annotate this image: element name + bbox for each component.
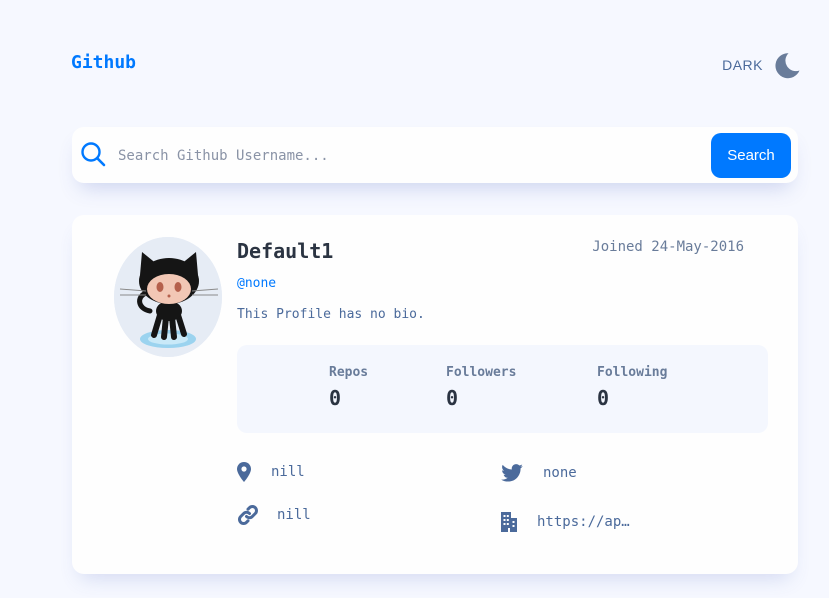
- stats-panel: Repos 0 Followers 0 Following 0: [237, 345, 768, 433]
- moon-icon: [775, 53, 800, 79]
- profile-name: Default1: [237, 239, 334, 263]
- avatar: [114, 237, 222, 357]
- building-icon: [501, 512, 517, 532]
- stat-following: Following 0: [597, 365, 667, 410]
- info-twitter[interactable]: none: [501, 464, 577, 482]
- location-text: nill: [271, 464, 305, 480]
- app-title: Github: [71, 52, 137, 73]
- profile-bio: This Profile has no bio.: [237, 307, 425, 322]
- stat-label: Following: [597, 365, 668, 380]
- join-date: Joined 24-May-2016: [592, 239, 744, 255]
- company-text: https://ap…: [537, 514, 630, 530]
- twitter-icon: [501, 464, 523, 482]
- app-header: Github DARK: [71, 50, 801, 80]
- stat-repos: Repos 0: [329, 365, 368, 410]
- info-location: nill: [237, 462, 305, 482]
- link-icon: [238, 505, 258, 525]
- stat-value: 0: [329, 386, 342, 410]
- profile-login-link[interactable]: @none: [237, 276, 276, 291]
- search-button[interactable]: Search: [711, 133, 791, 178]
- profile-card: Default1 Joined 24-May-2016 @none This P…: [72, 215, 798, 574]
- octocat-avatar: [114, 237, 222, 357]
- stat-label: Repos: [329, 365, 369, 380]
- stat-label: Followers: [446, 365, 517, 380]
- theme-toggle[interactable]: DARK: [722, 50, 801, 80]
- theme-toggle-label: DARK: [722, 57, 763, 73]
- location-pin-icon: [237, 462, 251, 482]
- stat-value: 0: [446, 386, 459, 410]
- info-company[interactable]: https://ap…: [501, 512, 630, 532]
- search-icon: [81, 142, 106, 167]
- stat-value: 0: [597, 386, 610, 410]
- info-website[interactable]: nill: [237, 504, 311, 526]
- twitter-text: none: [543, 465, 577, 481]
- search-bar: Search: [72, 127, 798, 183]
- website-text: nill: [277, 507, 311, 523]
- stat-followers: Followers 0: [446, 365, 516, 410]
- search-input[interactable]: [118, 141, 698, 171]
